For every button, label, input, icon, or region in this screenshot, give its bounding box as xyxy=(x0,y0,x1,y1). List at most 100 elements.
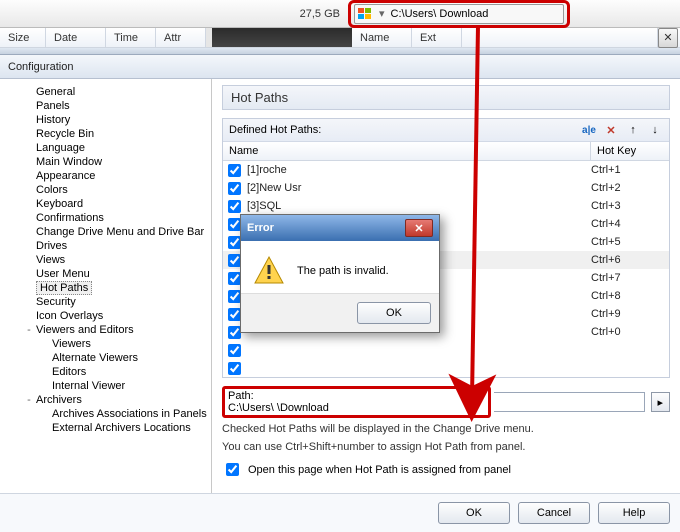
col-time[interactable]: Time xyxy=(106,28,156,47)
rename-icon[interactable]: a|e xyxy=(581,122,597,138)
tree-item-label: External Archivers Locations xyxy=(52,422,191,434)
tree-item[interactable]: Change Drive Menu and Drive Bar xyxy=(2,225,209,239)
col-size[interactable]: Size xyxy=(0,28,46,47)
tree-item[interactable]: Views xyxy=(2,253,209,267)
path-top-text: C:\Users\ Download xyxy=(391,8,489,20)
panel-heading: Hot Paths xyxy=(222,85,670,110)
tree-item-label: Icon Overlays xyxy=(36,310,103,322)
tree-item-label: Internal Viewer xyxy=(52,380,125,392)
tree-item[interactable]: Editors xyxy=(2,365,209,379)
tree-item-label: Viewers xyxy=(52,338,91,350)
tree-item-label: Security xyxy=(36,296,76,308)
tree-item-label: Archives Associations in Panels xyxy=(52,408,207,420)
tree-item-label: Appearance xyxy=(36,170,95,182)
hotpath-name: [1]roche xyxy=(245,164,591,176)
settings-tree[interactable]: General Panels History Recycle BinLanguageM… xyxy=(0,79,212,493)
tree-item[interactable]: Viewers xyxy=(2,337,209,351)
tree-item[interactable]: Security xyxy=(2,295,209,309)
tree-item[interactable]: Archives Associations in Panels xyxy=(2,407,209,421)
path-value-display: C:\Users\ \Download xyxy=(228,402,458,414)
hotpath-hotkey: Ctrl+8 xyxy=(591,290,669,302)
ok-button[interactable]: OK xyxy=(438,502,510,524)
tree-item[interactable]: -Archivers xyxy=(2,393,209,407)
col-hotkey-header[interactable]: Hot Key xyxy=(591,142,669,160)
tree-item[interactable]: Recycle Bin xyxy=(2,127,209,141)
help-button[interactable]: Help xyxy=(598,502,670,524)
path-highlight-top: ▾ C:\Users\ Download xyxy=(348,0,570,28)
warning-icon xyxy=(253,255,285,287)
tree-item[interactable]: Drives xyxy=(2,239,209,253)
tree-item[interactable]: Appearance xyxy=(2,169,209,183)
hotpath-row[interactable] xyxy=(223,341,669,359)
col-name-header[interactable]: Name xyxy=(223,142,591,160)
delete-icon[interactable]: ✕ xyxy=(603,122,619,138)
path-browse-button[interactable]: ▸ xyxy=(651,392,670,412)
tree-item[interactable]: History xyxy=(2,113,209,127)
col-ext[interactable]: Ext xyxy=(412,28,462,47)
tree-item[interactable]: Language xyxy=(2,141,209,155)
error-message: The path is invalid. xyxy=(297,265,389,277)
tree-item[interactable]: Colors xyxy=(2,183,209,197)
col-date[interactable]: Date xyxy=(46,28,106,47)
open-page-chk-input[interactable] xyxy=(226,463,239,476)
path-label: Path: xyxy=(228,390,254,402)
window-close-button[interactable]: ✕ xyxy=(658,28,678,48)
move-down-icon[interactable]: ↓ xyxy=(647,122,663,138)
error-dialog: Error ✕ The path is invalid. OK xyxy=(240,214,440,333)
col-name[interactable]: Name xyxy=(352,28,412,47)
path-input[interactable] xyxy=(494,392,645,412)
tree-item[interactable]: Alternate Viewers xyxy=(2,351,209,365)
tree-item-label: Alternate Viewers xyxy=(52,352,138,364)
tree-item-label: Change Drive Menu and Drive Bar xyxy=(36,226,204,238)
hotpath-checkbox[interactable] xyxy=(228,344,241,357)
tree-item-label: Viewers and Editors xyxy=(36,324,134,336)
tree-item[interactable]: Confirmations xyxy=(2,211,209,225)
tree-item-label: General xyxy=(36,86,75,98)
tree-item[interactable]: Internal Viewer xyxy=(2,379,209,393)
tree-item[interactable]: External Archivers Locations xyxy=(2,421,209,435)
hotpath-row[interactable] xyxy=(223,359,669,377)
col-attr[interactable]: Attr xyxy=(156,28,206,47)
tree-item[interactable]: Keyboard xyxy=(2,197,209,211)
hotpath-hotkey: Ctrl+5 xyxy=(591,236,669,248)
tree-item-label: Drives xyxy=(36,240,67,252)
column-headers-left: Size Date Time Attr Name Ext ✕ xyxy=(0,28,680,48)
tree-item[interactable]: General xyxy=(2,85,209,99)
error-title: Error xyxy=(247,222,274,234)
cancel-button[interactable]: Cancel xyxy=(518,502,590,524)
dialog-button-row: OK Cancel Help xyxy=(0,493,680,532)
config-title: Configuration xyxy=(8,61,73,73)
hotpath-row[interactable]: [3]SQLCtrl+3 xyxy=(223,197,669,215)
tree-item-label: Panels xyxy=(36,100,70,112)
hotpath-checkbox[interactable] xyxy=(228,200,241,213)
tree-item[interactable]: Panels xyxy=(2,99,209,113)
error-ok-button[interactable]: OK xyxy=(357,302,431,324)
tree-item-label: Recycle Bin xyxy=(36,128,94,140)
hotpath-hotkey: Ctrl+7 xyxy=(591,272,669,284)
path-dropdown[interactable]: ▾ C:\Users\ Download xyxy=(354,4,564,24)
tree-item-label: Editors xyxy=(52,366,86,378)
tree-item[interactable]: -Viewers and Editors xyxy=(2,323,209,337)
hotpath-hotkey: Ctrl+1 xyxy=(591,164,669,176)
tree-item[interactable]: Hot Paths xyxy=(2,281,209,295)
hotpath-row[interactable]: [2]New UsrCtrl+2 xyxy=(223,179,669,197)
hotpath-checkbox[interactable] xyxy=(228,182,241,195)
error-titlebar[interactable]: Error ✕ xyxy=(241,215,439,241)
error-close-button[interactable]: ✕ xyxy=(405,219,433,237)
group-label: Defined Hot Paths: xyxy=(229,124,321,136)
hotpath-row[interactable]: [1]rocheCtrl+1 xyxy=(223,161,669,179)
tree-item-label: User Menu xyxy=(36,268,90,280)
hotpath-checkbox[interactable] xyxy=(228,164,241,177)
hint-1: Checked Hot Paths will be displayed in t… xyxy=(222,422,670,436)
hotpath-checkbox[interactable] xyxy=(228,362,241,375)
path-row: Path: C:\Users\ \Download ▸ xyxy=(222,386,670,418)
tree-item[interactable]: User Menu xyxy=(2,267,209,281)
hotpath-name: [3]SQL xyxy=(245,200,591,212)
tree-item-label: Views xyxy=(36,254,65,266)
open-page-checkbox[interactable]: Open this page when Hot Path is assigned… xyxy=(222,460,670,479)
move-up-icon[interactable]: ↑ xyxy=(625,122,641,138)
tree-item[interactable]: Main Window xyxy=(2,155,209,169)
tree-item-label: History xyxy=(36,114,70,126)
tree-item[interactable]: Icon Overlays xyxy=(2,309,209,323)
tree-item-label: Confirmations xyxy=(36,212,104,224)
